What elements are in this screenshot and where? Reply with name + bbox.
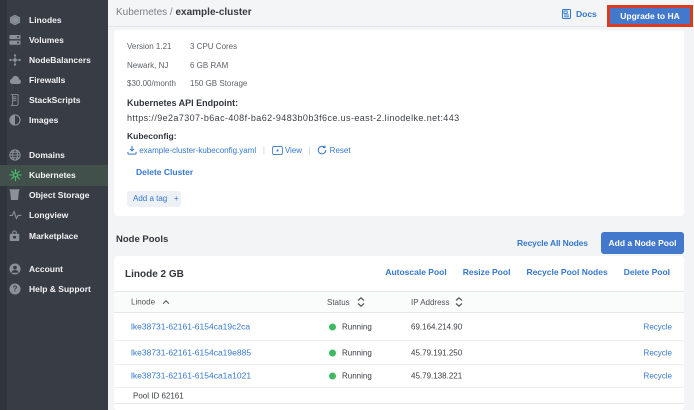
svg-text:?: ? — [13, 285, 18, 294]
